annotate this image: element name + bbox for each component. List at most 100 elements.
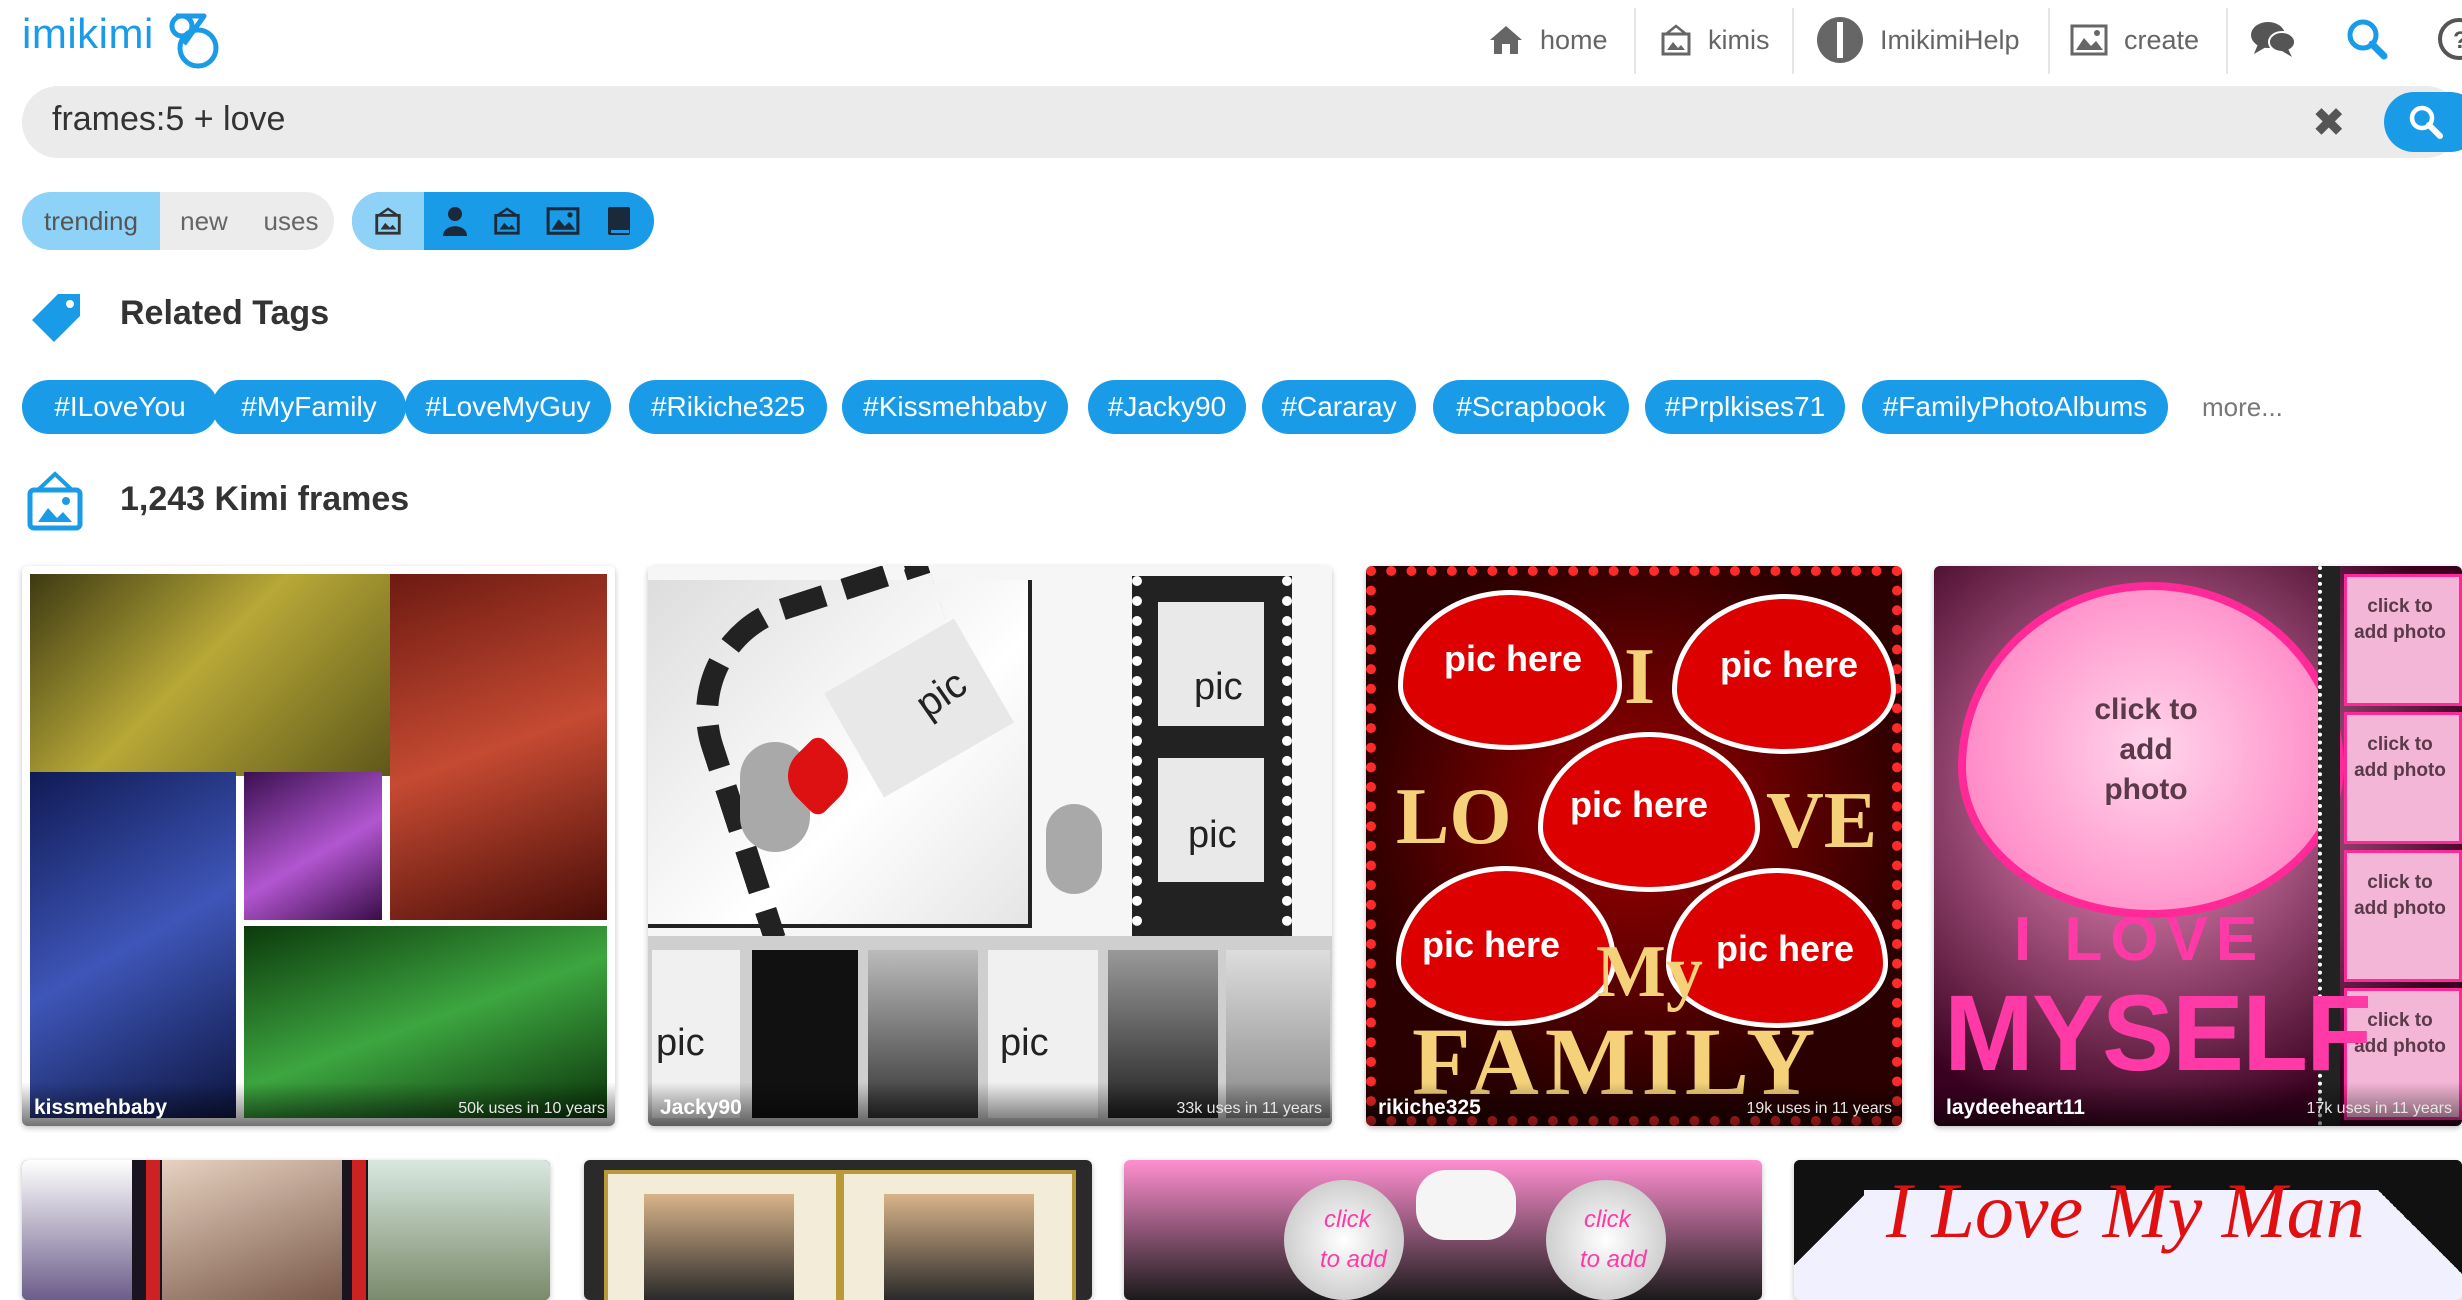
card-author[interactable]: kissmehbaby (34, 1096, 167, 1120)
tag-pill[interactable]: #FamilyPhotoAlbums (1862, 380, 2168, 434)
tag-pill[interactable]: #MyFamily (212, 380, 406, 434)
search-submit-button[interactable] (2384, 92, 2462, 152)
clear-search-button[interactable]: ✖ (2312, 100, 2346, 146)
frame-icon (26, 470, 84, 537)
photo-slot (390, 574, 607, 920)
user-icon (443, 207, 467, 236)
card-author[interactable]: rikiche325 (1378, 1096, 1481, 1120)
search-icon (2409, 105, 2443, 139)
related-tags-heading: Related Tags (120, 294, 330, 332)
film-strip (352, 1160, 366, 1300)
photo-slot (244, 772, 382, 920)
chat-icon[interactable] (2250, 20, 2296, 65)
nav-create-label: create (2124, 24, 2200, 55)
tag-pill[interactable]: #LoveMyGuy (405, 380, 611, 434)
tag-pill[interactable]: #Cararay (1262, 380, 1416, 434)
frame-card[interactable]: pic here pic here pic here pic here pic … (1366, 566, 1902, 1126)
type-filter-albums[interactable] (592, 192, 646, 250)
frame-icon (1660, 24, 1692, 56)
photo-slot (1546, 1180, 1666, 1300)
decorative-text: I LOVE (2014, 905, 2266, 974)
tag-pill[interactable]: #Rikiche325 (629, 380, 827, 434)
tag-icon (28, 290, 84, 349)
photo-slot-label: pic here (1422, 924, 1561, 965)
logo-icon[interactable] (164, 8, 226, 70)
photo-slot-label: pic here (1444, 638, 1583, 679)
photo-slot (22, 1160, 132, 1300)
search-bar[interactable] (22, 86, 2462, 158)
card-uses: 33k uses in 11 years (1176, 1100, 1322, 1117)
frame-icon (493, 207, 521, 235)
frame-icon (374, 207, 402, 235)
teddy-bear-graphic (1046, 804, 1102, 894)
nav-create[interactable]: create (2070, 14, 2199, 66)
type-filter-frames[interactable] (352, 192, 424, 250)
nav-divider (2226, 8, 2228, 74)
nav-profile-label: ImikimiHelp (1880, 24, 2020, 55)
photo-slot-label: click to add photo (2354, 872, 2446, 919)
card-uses: 19k uses in 11 years (1746, 1100, 1892, 1117)
photo-slot-label: to add (1320, 1246, 1387, 1273)
frame-card[interactable]: click to add photo click to add photo cl… (1934, 566, 2462, 1126)
tag-pill[interactable]: #Scrapbook (1433, 380, 1629, 434)
card-author[interactable]: Jacky90 (660, 1096, 742, 1120)
type-filter-kimis[interactable] (482, 192, 532, 250)
nav-home-label: home (1540, 24, 1608, 55)
frame-card[interactable]: I Love My Man (1794, 1160, 2462, 1300)
type-filter-images[interactable] (536, 192, 590, 250)
frame-card[interactable] (584, 1160, 1092, 1300)
photo-slot (1284, 1180, 1404, 1300)
frame-card[interactable]: kissmehbaby 50k uses in 10 years (22, 566, 615, 1126)
nav-divider (2048, 8, 2050, 74)
decorative-text: LO (1396, 773, 1512, 861)
tag-pill[interactable]: #Kissmehbaby (842, 380, 1068, 434)
frame-card[interactable]: click to add click to add (1124, 1160, 1762, 1300)
nav-kimis[interactable]: kimis (1660, 14, 1770, 66)
photo-slot (30, 772, 236, 1118)
more-tags-link[interactable]: more... (2202, 392, 2283, 423)
image-icon (546, 207, 580, 235)
tag-pill[interactable]: #ILoveYou (22, 380, 218, 434)
photo-slot-label: pic here (1570, 784, 1709, 825)
photo-slot (884, 1194, 1034, 1300)
card-uses: 50k uses in 10 years (458, 1100, 605, 1117)
app-logo-text[interactable]: imikimi (22, 10, 154, 58)
tag-pill[interactable]: #Prplkises71 (1645, 380, 1845, 434)
svg-text:?: ? (2453, 27, 2462, 54)
type-filter-group (352, 192, 654, 250)
decorative-text: I Love My Man (1886, 1167, 2365, 1254)
film-strip (146, 1160, 160, 1300)
decorative-text: My (1596, 931, 1703, 1013)
search-icon[interactable] (2346, 18, 2388, 65)
type-filter-people[interactable] (432, 192, 478, 250)
photo-slot-label: click to add photo (2354, 734, 2446, 781)
photo-slot-label: to add (1580, 1246, 1647, 1273)
nav-home[interactable]: home (1488, 14, 1608, 66)
photo-slot-label: click to add photo (2354, 596, 2446, 643)
nav-profile[interactable]: ImikimiHelp (1816, 14, 2020, 66)
sort-tab-trending[interactable]: trending (22, 192, 160, 250)
photo-slot-label: pic here (1716, 928, 1855, 969)
frame-card[interactable] (22, 1160, 550, 1300)
photo-slot-label: pic (1194, 666, 1243, 708)
book-icon (608, 207, 630, 235)
sort-tab-new[interactable]: new (160, 192, 248, 250)
search-input[interactable]: frames:5 + love (52, 100, 285, 139)
photo-slot-label: click (1584, 1206, 1631, 1233)
card-author[interactable]: laydeeheart11 (1946, 1096, 2085, 1120)
couple-photo (162, 1160, 342, 1300)
image-icon (2070, 24, 2108, 56)
heart-graphic (1416, 1170, 1516, 1240)
photo-slot (644, 1194, 794, 1300)
photo-slot-label: pic (1188, 814, 1237, 856)
flowers-photo (368, 1160, 550, 1300)
photo-slot-label: pic (1000, 1022, 1049, 1064)
decorative-text: I (1624, 633, 1656, 721)
photo-slot-label: click (1324, 1206, 1371, 1233)
frame-card[interactable]: pic pic pic pic pic Jacky90 33k uses in … (648, 566, 1332, 1126)
card-uses: 17k uses in 11 years (2306, 1100, 2452, 1117)
tag-pill[interactable]: #Jacky90 (1088, 380, 1246, 434)
sort-tab-uses[interactable]: uses (248, 192, 334, 250)
help-icon[interactable]: ? (2438, 18, 2462, 65)
nav-divider (1792, 8, 1794, 74)
